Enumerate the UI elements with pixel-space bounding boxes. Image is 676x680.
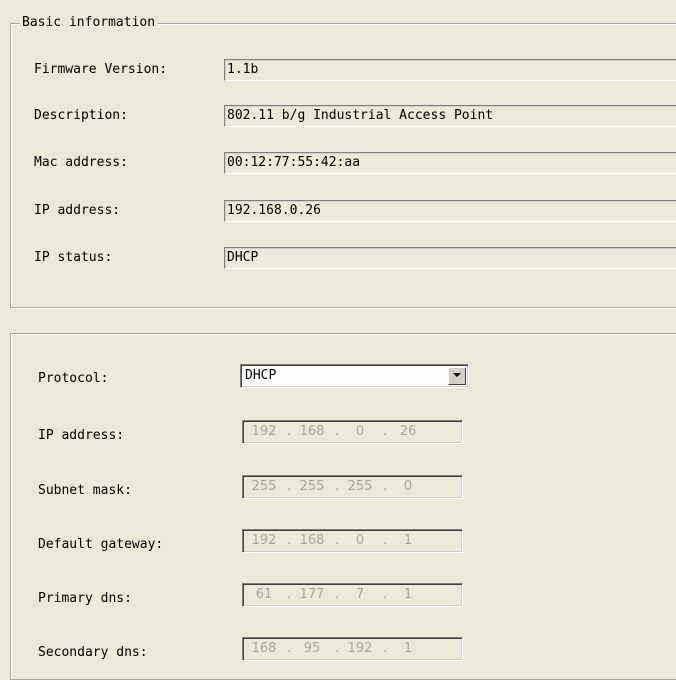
ip-octet: 192 xyxy=(251,424,277,439)
chevron-down-icon xyxy=(453,373,461,377)
octet-separator: . xyxy=(383,424,388,439)
ip-octet: 255 xyxy=(347,479,373,494)
ip-octet: 177 xyxy=(299,587,325,602)
ip-octet: 1 xyxy=(403,641,413,656)
description-field: 802.11 b/g Industrial Access Point xyxy=(224,105,676,127)
firmware-version-value: 1.1b xyxy=(227,62,259,77)
ip-octet: 168 xyxy=(299,533,325,548)
ip-octet: 0 xyxy=(403,479,413,494)
octet-separator: . xyxy=(335,479,340,494)
ip-address-info-field: 192.168.0.26 xyxy=(224,200,676,222)
ip-octet: 255 xyxy=(299,479,325,494)
octet-separator: . xyxy=(335,641,340,656)
ip-address-label: IP address: xyxy=(38,428,125,443)
default-gateway-input[interactable]: 192 . 168 . 0 . 1 xyxy=(242,529,463,553)
ip-status-label: IP status: xyxy=(34,250,113,265)
octet-separator: . xyxy=(383,479,388,494)
default-gateway-label: Default gateway: xyxy=(38,537,164,552)
primary-dns-label: Primary dns: xyxy=(38,591,132,606)
mac-address-field: 00:12:77:55:42:aa xyxy=(224,152,676,174)
octet-separator: . xyxy=(287,641,292,656)
firmware-version-label: Firmware Version: xyxy=(34,62,168,77)
octet-separator: . xyxy=(383,587,388,602)
ip-octet: 61 xyxy=(255,587,273,602)
octet-separator: . xyxy=(383,641,388,656)
ip-octet: 95 xyxy=(303,641,321,656)
ip-octet: 168 xyxy=(299,424,325,439)
ip-octet: 0 xyxy=(355,533,365,548)
protocol-select-value: DHCP xyxy=(245,368,277,383)
description-value: 802.11 b/g Industrial Access Point xyxy=(227,108,494,123)
protocol-dropdown-button[interactable] xyxy=(448,367,466,385)
ip-octet: 168 xyxy=(251,641,277,656)
subnet-mask-label: Subnet mask: xyxy=(38,483,132,498)
firmware-version-field: 1.1b xyxy=(224,59,676,81)
octet-separator: . xyxy=(383,533,388,548)
primary-dns-input[interactable]: 61 . 177 . 7 . 1 xyxy=(242,583,463,607)
protocol-label: Protocol: xyxy=(38,371,109,386)
subnet-mask-input[interactable]: 255 . 255 . 255 . 0 xyxy=(242,475,463,499)
ip-octet: 7 xyxy=(355,587,365,602)
octet-separator: . xyxy=(335,587,340,602)
protocol-select[interactable]: DHCP xyxy=(240,364,469,388)
octet-separator: . xyxy=(287,424,292,439)
secondary-dns-label: Secondary dns: xyxy=(38,645,148,660)
ip-octet: 192 xyxy=(251,533,277,548)
ip-octet: 1 xyxy=(403,533,413,548)
secondary-dns-input[interactable]: 168 . 95 . 192 . 1 xyxy=(242,637,463,661)
ip-octet: 1 xyxy=(403,587,413,602)
ip-octet: 0 xyxy=(355,424,365,439)
ip-octet: 255 xyxy=(251,479,277,494)
octet-separator: . xyxy=(287,587,292,602)
ip-address-info-label: IP address: xyxy=(34,203,121,218)
octet-separator: . xyxy=(335,424,340,439)
octet-separator: . xyxy=(335,533,340,548)
description-label: Description: xyxy=(34,108,128,123)
ip-status-field: DHCP xyxy=(224,247,676,269)
ip-octet: 26 xyxy=(399,424,417,439)
ip-address-input[interactable]: 192 . 168 . 0 . 26 xyxy=(242,420,463,444)
ip-address-info-value: 192.168.0.26 xyxy=(227,203,321,218)
ip-octet: 192 xyxy=(347,641,373,656)
mac-address-label: Mac address: xyxy=(34,155,128,170)
ip-status-value: DHCP xyxy=(227,250,259,265)
mac-address-value: 00:12:77:55:42:aa xyxy=(227,155,361,170)
octet-separator: . xyxy=(287,479,292,494)
basic-information-title: Basic information xyxy=(20,15,159,31)
octet-separator: . xyxy=(287,533,292,548)
